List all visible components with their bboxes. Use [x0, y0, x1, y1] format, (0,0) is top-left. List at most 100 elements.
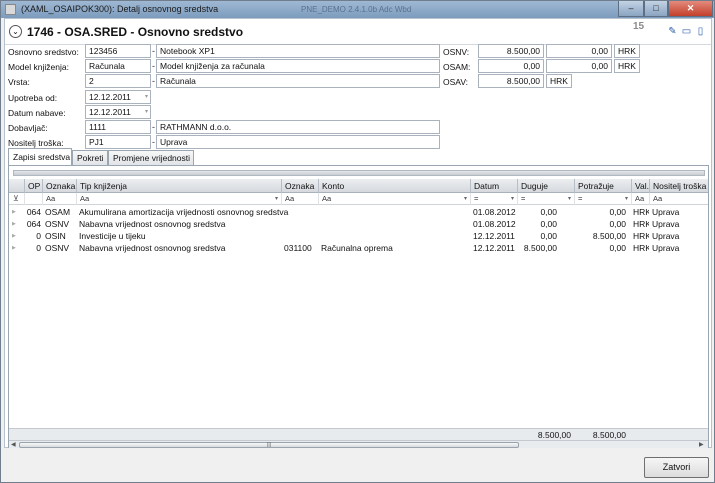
osnv-value2-field[interactable]: 0,00 — [546, 44, 612, 58]
clipboard-icon[interactable]: ▯ — [695, 26, 706, 37]
osam-value1-field[interactable]: 0,00 — [478, 59, 544, 73]
dobavljac-code-field[interactable]: 1111 — [85, 120, 151, 134]
col-header-duguje[interactable]: Duguje — [517, 179, 574, 193]
col-header-oznaka[interactable]: Oznaka — [42, 179, 76, 193]
filter-potrazuje[interactable]: = ▾ — [574, 193, 631, 205]
cell-valuta: HRK — [633, 243, 649, 253]
table-row[interactable]: ▶ 0 OSNV Nabavna vrijednost osnovnog sre… — [9, 242, 708, 254]
filter-duguje-op: = — [521, 194, 526, 203]
filter-konto[interactable]: Aa ▾ — [318, 193, 470, 205]
tab-pokreti[interactable]: Pokreti — [72, 150, 108, 165]
label-nositelj-troska: Nositelj troška: — [8, 138, 64, 148]
table-row[interactable]: ▶ 0 OSIN Investicije u tijeku 12.12.2011… — [9, 230, 708, 242]
osam-value2-field[interactable]: 0,00 — [546, 59, 612, 73]
cell-duguje: 0,00 — [540, 207, 557, 217]
filter-nositelj-op: Aa — [653, 194, 663, 203]
osnovno-sredstvo-code-field[interactable]: 123456 — [85, 44, 151, 58]
label-upotreba-od: Upotreba od: — [8, 93, 58, 103]
cell-oznaka: OSNV — [45, 219, 70, 229]
col-header-datum[interactable]: Datum — [470, 179, 517, 193]
cell-nositelj: Uprava — [652, 219, 680, 229]
col-header-oznaka-konta[interactable]: Oznaka — [281, 179, 318, 193]
chevron-down-icon[interactable]: ▾ — [625, 193, 628, 205]
filter-op[interactable] — [24, 193, 42, 205]
scroll-right-icon[interactable]: ▶ — [699, 441, 704, 448]
filter-oznaka-konta[interactable]: Aa — [281, 193, 318, 205]
filter-nositelj[interactable]: Aa — [649, 193, 708, 205]
upotreba-od-date-field[interactable]: 12.12.2011 ▾ — [85, 90, 151, 104]
grid-group-panel[interactable] — [13, 170, 705, 176]
filter-valuta[interactable]: Aa — [631, 193, 649, 205]
records-grid: OP Oznaka Tip knjiženja Oznaka Konto Dat… — [8, 165, 709, 449]
document-header: ⌄ 1746 - OSA.SRED - Osnovno sredstvo 15 … — [5, 19, 711, 45]
vrsta-code-field[interactable]: 2 — [85, 74, 151, 88]
minimize-button[interactable]: – — [618, 1, 644, 17]
table-row[interactable]: ▶ 064 OSNV Nabavna vrijednost osnovnog s… — [9, 218, 708, 230]
separator-dash: - — [152, 61, 155, 71]
row-marker-icon: ▶ — [12, 233, 16, 239]
filter-duguje[interactable]: = ▾ — [517, 193, 574, 205]
col-header-konto[interactable]: Konto — [318, 179, 470, 193]
cell-datum: 01.08.2012 — [473, 219, 516, 229]
cell-oznaka: OSNV — [45, 243, 70, 253]
row-selector-header — [9, 179, 24, 193]
filter-oznaka[interactable]: Aa — [42, 193, 76, 205]
vrsta-name-field[interactable]: Računala — [156, 74, 440, 88]
chevron-down-icon[interactable]: ▾ — [464, 193, 467, 205]
osav-value1-field[interactable]: 8.500,00 — [478, 74, 544, 88]
tab-promjene-vrijednosti[interactable]: Promjene vrijednosti — [108, 150, 194, 165]
book-icon[interactable]: ▭ — [681, 26, 692, 37]
filter-tip-knjizenja[interactable]: Aa ▾ — [76, 193, 281, 205]
chevron-down-icon[interactable]: ▾ — [511, 193, 514, 205]
col-header-tip-knjizenja[interactable]: Tip knjiženja — [76, 179, 281, 193]
expand-collapse-icon[interactable]: ⌄ — [9, 25, 22, 38]
col-header-nositelj-troska[interactable]: Nositelj troška — [649, 179, 708, 193]
filter-datum[interactable]: = ▾ — [470, 193, 517, 205]
tab-zapisi-sredstva[interactable]: Zapisi sredstva — [8, 148, 72, 165]
filter-funnel-icon[interactable]: ⊻ — [13, 194, 19, 203]
cell-oznaka: OSIN — [45, 231, 66, 241]
grid-totals-row: 8.500,00 8.500,00 — [9, 428, 708, 440]
close-window-button[interactable]: ✕ — [668, 1, 713, 17]
cell-duguje: 0,00 — [540, 231, 557, 241]
cell-nositelj: Uprava — [652, 207, 680, 217]
cell-op: 064 — [26, 207, 41, 217]
nositelj-troska-name-field[interactable]: Uprava — [156, 135, 440, 149]
cell-potrazuje: 0,00 — [609, 219, 626, 229]
filter-potrazuje-op: = — [578, 194, 583, 203]
col-header-valuta[interactable]: Val. — [631, 179, 649, 193]
model-knjizenja-name-field[interactable]: Model knjiženja za računala — [156, 59, 440, 73]
table-row[interactable]: ▶ 064 OSAM Akumulirana amortizacija vrij… — [9, 206, 708, 218]
row-marker-icon: ▶ — [12, 245, 16, 251]
osam-currency-field[interactable]: HRK — [614, 59, 640, 73]
title-bar[interactable]: (XAML_OSAIPOK300): Detalj osnovnog sreds… — [1, 1, 714, 18]
cell-op: 0 — [36, 231, 41, 241]
attachment-icon[interactable]: ✎ — [667, 26, 678, 37]
grid-header: OP Oznaka Tip knjiženja Oznaka Konto Dat… — [9, 179, 708, 193]
page-title: 1746 - OSA.SRED - Osnovno sredstvo — [27, 25, 244, 39]
calendar-dropdown-icon[interactable]: ▾ — [145, 91, 148, 103]
col-header-potrazuje[interactable]: Potražuje — [574, 179, 631, 193]
scroll-left-icon[interactable]: ◀ — [11, 441, 16, 448]
calendar-dropdown-icon[interactable]: ▾ — [145, 106, 148, 118]
model-knjizenja-code-field[interactable]: Računala — [85, 59, 151, 73]
cell-valuta: HRK — [633, 219, 649, 229]
datum-nabave-date-field[interactable]: 12.12.2011 ▾ — [85, 105, 151, 119]
col-header-op[interactable]: OP — [24, 179, 42, 193]
cell-nositelj: Uprava — [652, 231, 680, 241]
osnv-currency-field[interactable]: HRK — [614, 44, 640, 58]
zatvori-button[interactable]: Zatvori — [644, 457, 709, 478]
chevron-down-icon[interactable]: ▾ — [275, 193, 278, 205]
datum-nabave-value: 12.12.2011 — [89, 107, 131, 117]
cell-konto: Računalna oprema — [321, 243, 393, 253]
label-osnovno-sredstvo: Osnovno sredstvo: — [8, 47, 79, 57]
chevron-down-icon[interactable]: ▾ — [568, 193, 571, 205]
maximize-button[interactable]: □ — [644, 1, 668, 17]
cell-oznaka-konta: 031100 — [284, 243, 312, 253]
osav-currency-field[interactable]: HRK — [546, 74, 572, 88]
nositelj-troska-code-field[interactable]: PJ1 — [85, 135, 151, 149]
osnv-value1-field[interactable]: 8.500,00 — [478, 44, 544, 58]
osnovno-sredstvo-name-field[interactable]: Notebook XP1 — [156, 44, 440, 58]
dobavljac-name-field[interactable]: RATHMANN d.o.o. — [156, 120, 440, 134]
cell-duguje: 8.500,00 — [523, 243, 557, 253]
